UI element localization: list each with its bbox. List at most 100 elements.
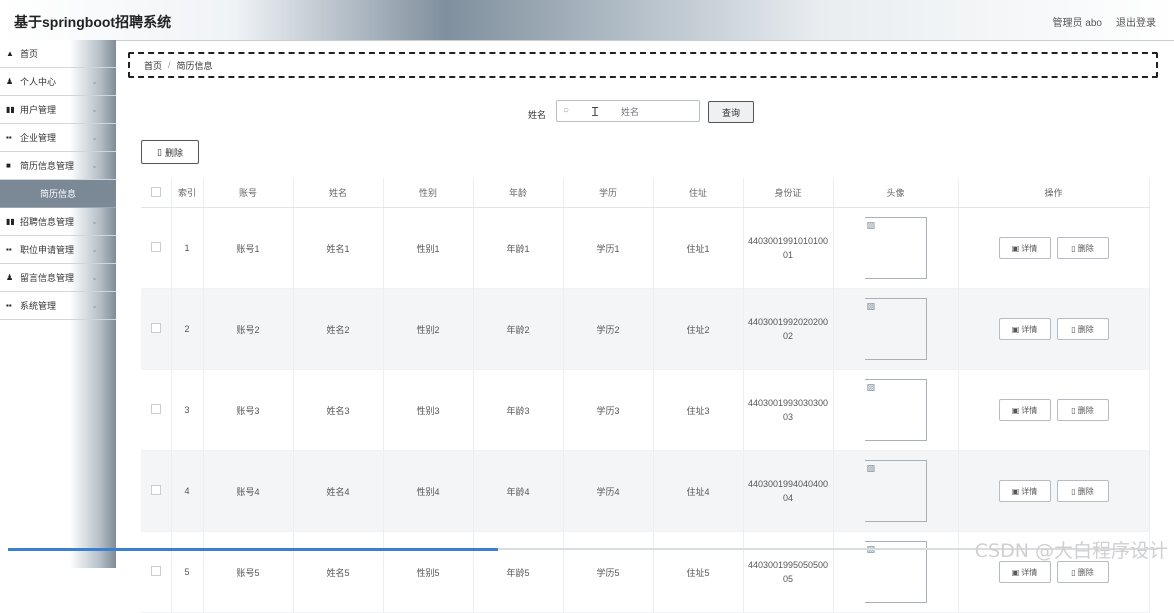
chevron-down-icon: ⌄ — [91, 133, 98, 142]
sidebar-item-home[interactable]: ▲ 首页 — [0, 40, 116, 68]
id-card-line: 4403001994040400 — [747, 479, 829, 489]
sidebar-item-label: 简历信息 — [39, 189, 76, 199]
id-card-line: 05 — [782, 574, 793, 584]
table-row: 3 账号3 姓名3 性别3 年龄3 学历3 住址3 4403001993030300 03 ▨ ▣ 详… — [141, 369, 1150, 451]
gender-cell: 性别2 — [383, 288, 474, 370]
chevron-down-icon: ⌄ — [91, 301, 98, 310]
age-cell: 年龄2 — [473, 288, 564, 370]
breadcrumb-current: 简历信息 — [176, 60, 213, 71]
detail-button[interactable]: ▣ 详情 — [998, 561, 1051, 583]
app-title: 基于springboot招聘系统 — [14, 14, 172, 30]
sidebar-item-system[interactable]: ▪▪ 系统管理 ⌄ — [0, 292, 116, 320]
id-card-cell: 4403001995050500 05 — [743, 531, 834, 613]
query-button[interactable]: 查询 — [708, 101, 754, 123]
detail-button-label: 详情 — [1021, 567, 1038, 577]
row-select-cell[interactable] — [141, 450, 172, 532]
row-select-cell[interactable] — [141, 288, 172, 370]
delete-button[interactable]: ▯ 删除 — [1056, 480, 1109, 502]
index-cell: 1 — [171, 207, 204, 289]
id-card-cell: 4403001992020200 02 — [743, 288, 834, 370]
detail-button[interactable]: ▣ 详情 — [998, 237, 1051, 259]
chevron-down-icon: ⌄ — [91, 245, 98, 254]
detail-button[interactable]: ▣ 详情 — [998, 318, 1051, 340]
avatar: ▨ — [864, 379, 927, 441]
column-header: 性别 — [383, 178, 474, 208]
delete-button-label: 删除 — [1077, 567, 1094, 577]
broken-image-icon: ▨ — [866, 301, 876, 311]
delete-button[interactable]: ▯ 删除 — [1056, 237, 1109, 259]
delete-button-label: 删除 — [1077, 243, 1094, 253]
grid-icon: ▪▪ — [6, 301, 12, 310]
sidebar-item-users[interactable]: ▮▮ 用户管理 ⌄ — [0, 96, 116, 124]
column-header: 账号 — [203, 178, 294, 208]
sidebar-item-applications[interactable]: ▪▪ 职位申请管理 ⌄ — [0, 236, 116, 264]
age-cell: 年龄1 — [473, 207, 564, 289]
chevron-down-icon: ⌄ — [91, 161, 98, 170]
id-card-cell: 4403001993030300 03 — [743, 369, 834, 451]
sidebar-item-messages[interactable]: ♟ 留言信息管理 ⌄ — [0, 264, 116, 292]
row-select-cell[interactable] — [141, 369, 172, 451]
row-checkbox[interactable] — [150, 404, 161, 414]
detail-icon: ▣ — [1011, 405, 1020, 415]
logout-link[interactable]: 退出登录 — [1116, 14, 1156, 29]
table-row: 1 账号1 姓名1 性别1 年龄1 学历1 住址1 4403001991010100 01 ▨ ▣ 详… — [141, 207, 1150, 289]
sidebar-item-label: 职位申请管理 — [20, 245, 75, 255]
index-cell: 5 — [171, 531, 204, 613]
id-card-line: 4403001992020200 — [747, 317, 829, 327]
search-box[interactable]: ○ Ｉ — [556, 100, 700, 122]
row-select-cell[interactable] — [141, 207, 172, 289]
name-cell: 姓名2 — [293, 288, 384, 370]
user-icon: ♟ — [6, 273, 14, 282]
top-header: 基于springboot招聘系统 管理员 abo 退出登录 — [0, 0, 1174, 41]
row-select-cell[interactable] — [141, 531, 172, 613]
select-all-checkbox[interactable] — [150, 186, 161, 197]
horizontal-scrollbar[interactable] — [8, 548, 498, 551]
education-cell: 学历4 — [563, 450, 654, 532]
column-header: 头像 — [833, 178, 959, 208]
trash-icon: ▯ — [1071, 567, 1076, 577]
education-cell: 学历2 — [563, 288, 654, 370]
detail-button[interactable]: ▣ 详情 — [998, 480, 1051, 502]
breadcrumb-home[interactable]: 首页 — [144, 59, 162, 72]
detail-button[interactable]: ▣ 详情 — [998, 399, 1051, 421]
sidebar-subitem-resume-info[interactable]: 简历信息 — [0, 180, 116, 208]
select-all-cell[interactable] — [141, 178, 172, 208]
watermark: CSDN @大白程序设计 — [974, 540, 1168, 562]
detail-button-label: 详情 — [1021, 324, 1038, 334]
avatar-cell: ▨ — [833, 369, 959, 451]
sidebar-item-companies[interactable]: ▪▪ 企业管理 ⌄ — [0, 124, 116, 152]
column-header: 身份证 — [743, 178, 834, 208]
sidebar-item-profile[interactable]: ♟ 个人中心 ⌄ — [0, 68, 116, 96]
delete-button[interactable]: ▯ 删除 — [1056, 561, 1109, 583]
text-cursor-icon: Ｉ — [589, 105, 602, 119]
id-card-cell: 4403001991010100 01 — [743, 207, 834, 289]
avatar: ▨ — [864, 541, 927, 603]
row-checkbox[interactable] — [150, 323, 161, 333]
sidebar-item-recruitment[interactable]: ▮▮ 招聘信息管理 ⌄ — [0, 208, 116, 236]
index-cell: 4 — [171, 450, 204, 532]
age-cell: 年龄5 — [473, 531, 564, 613]
address-cell: 住址3 — [653, 369, 744, 451]
row-checkbox[interactable] — [150, 485, 161, 495]
bulk-delete-button[interactable]: ▯ 删除 — [141, 140, 199, 164]
name-cell: 姓名1 — [293, 207, 384, 289]
delete-button[interactable]: ▯ 删除 — [1056, 318, 1109, 340]
account-cell: 账号5 — [203, 531, 294, 613]
delete-button-label: 删除 — [1077, 405, 1094, 415]
trash-icon: ▯ — [157, 146, 162, 157]
search-input[interactable] — [619, 104, 693, 120]
chevron-down-icon: ⌄ — [91, 273, 98, 282]
avatar: ▨ — [864, 460, 927, 522]
row-checkbox[interactable] — [150, 242, 161, 252]
address-cell: 住址4 — [653, 450, 744, 532]
table-header-row: 索引 账号 姓名 性别 年龄 学历 住址 身份证 头像 操作 — [141, 178, 1150, 208]
sidebar-item-resume-management[interactable]: ■ 简历信息管理 ⌄ — [0, 152, 116, 180]
address-cell: 住址2 — [653, 288, 744, 370]
delete-button[interactable]: ▯ 删除 — [1056, 399, 1109, 421]
column-header: 索引 — [171, 178, 204, 208]
gender-cell: 性别4 — [383, 450, 474, 532]
sidebar-item-label: 系统管理 — [20, 301, 57, 311]
name-cell: 姓名5 — [293, 531, 384, 613]
gender-cell: 性别3 — [383, 369, 474, 451]
actions-cell: ▣ 详情 ▯ 删除 — [958, 450, 1150, 532]
